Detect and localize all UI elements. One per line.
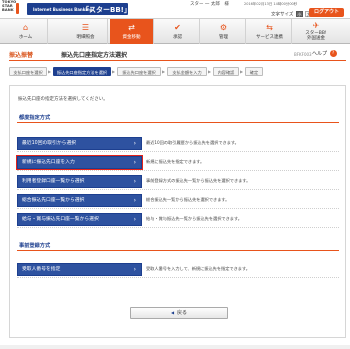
button-label: 最近10回の取引から選択 (22, 141, 77, 146)
help-label: ヘルプ (312, 51, 328, 57)
bank-logo[interactable]: TOKYO STAR BANK (2, 0, 24, 16)
logout-button[interactable]: ログアウト (309, 8, 344, 17)
button-label: 新規に振込先口座を入力 (22, 160, 75, 165)
last-login: 2016年02月13日 14時00分00秒 (244, 1, 298, 6)
section-pre-registered: 事前登録方式 (17, 241, 339, 251)
button-label: 利用者登録口座一覧から選択 (22, 179, 85, 184)
content-panel: 振込先口座の指定方法を選択してください。 都度指定方式 最近10回の取引から選択… (9, 85, 346, 338)
intro-text: 振込先口座の指定方法を選択してください。 (18, 97, 108, 102)
nav-item-management[interactable]: ⚙ 管理 (202, 19, 246, 44)
screen-id: BFKF003 (294, 51, 312, 57)
chevron-right-icon: › (133, 197, 136, 204)
global-nav: ⌂ ホーム ☰ 明細照会 ⇄ 資金移動 ✔ 承認 ⚙ 管理 ⇆ サービス連携 ✈… (0, 18, 350, 44)
button-label: 給与・賞与振込先口座一覧から選択 (22, 217, 99, 222)
option-row: 利用者登録口座一覧から選択 › 事前登録方式の振込先一覧から振込先を選択できます… (17, 174, 339, 190)
step-arrow-icon: ▶ (162, 69, 166, 74)
fund-transfer-icon: ⇄ (128, 23, 135, 32)
nav-label: 資金移動 (122, 35, 141, 40)
help-link[interactable]: ヘルプ ? (312, 50, 337, 57)
nav-item-foreign-remittance[interactable]: ✈ スターBB! 外国送金 (294, 19, 338, 44)
back-label: 戻る (177, 310, 188, 316)
button-label: 総合振込先口座一覧から選択 (22, 198, 85, 203)
nav-label: 明細照会 (76, 35, 95, 40)
chevron-left-icon: ◀ (170, 310, 175, 315)
home-icon: ⌂ (22, 23, 29, 32)
option-description: 給与・賞与振込先一覧から振込先を選択できます。 (146, 216, 242, 221)
page-title: 振込先口座指定方法選択 (61, 52, 128, 59)
header: TOKYO STAR BANK Internet Business Bankin… (0, 0, 350, 18)
font-size-label: 文字サイズ (271, 12, 294, 18)
nav-item-service-link[interactable]: ⇆ サービス連携 (248, 19, 292, 44)
nav-label: ホーム (18, 35, 33, 40)
option-row: 新規に振込先口座を入力 › 新規に振込先を指定できます。 (15, 154, 339, 171)
option-description: 新規に振込先を指定できます。 (146, 159, 205, 164)
option-description: 最近10回の取引履歴から振込先を選択できます。 (146, 140, 239, 145)
page-category: 振込振替 (9, 52, 34, 59)
chevron-right-icon: › (133, 140, 136, 147)
payroll-transfer-list-button[interactable]: 給与・賞与振込先口座一覧から選択 › (17, 213, 142, 226)
recipient-number-button[interactable]: 受取人番号を指定 › (17, 263, 142, 276)
section-heading: 事前登録方式 (19, 243, 51, 249)
recent-transactions-button[interactable]: 最近10回の取引から選択 › (17, 137, 142, 150)
approval-icon: ✔ (174, 23, 181, 32)
option-row: 最近10回の取引から選択 › 最近10回の取引履歴から振込先を選択できます。 (17, 136, 339, 152)
management-icon: ⚙ (219, 23, 228, 32)
help-icon: ? (329, 50, 337, 57)
option-row: 総合振込先口座一覧から選択 › 総合振込先一覧から振込先を選択できます。 (17, 193, 339, 209)
option-description: 総合振込先一覧から振込先を選択できます。 (146, 197, 230, 202)
step-4: 支払金額を入力 (167, 67, 207, 76)
nav-label: スターBB! 外国送金 (305, 31, 327, 41)
step-5: 内容確認 (213, 67, 239, 76)
footer (0, 345, 350, 349)
step-arrow-icon: ▶ (208, 69, 212, 74)
back-button[interactable]: ◀ 戻る (130, 307, 228, 319)
chevron-right-icon: › (133, 178, 136, 185)
nav-item-statement[interactable]: ☰ 明細照会 (64, 19, 108, 44)
option-description: 受取人番号を入力して、新規に振込先を指定できます。 (146, 266, 250, 271)
app-name: 「スターBB!」 (82, 5, 131, 14)
chevron-right-icon: › (133, 216, 136, 223)
option-description: 事前登録方式の振込先一覧から振込先を選択できます。 (146, 178, 251, 183)
step-1: 支払口座を選択 (9, 67, 47, 76)
logo-mark (16, 3, 19, 14)
chevron-right-icon: › (133, 159, 136, 166)
font-size-switcher: 文字サイズ 小 大 (271, 11, 313, 18)
registered-accounts-button[interactable]: 利用者登録口座一覧から選択 › (17, 175, 142, 188)
section-ad-hoc: 都度指定方式 (17, 113, 339, 123)
nav-label: 承認 (173, 35, 182, 40)
step-6: 確定 (245, 67, 263, 76)
step-arrow-icon: ▶ (240, 69, 244, 74)
option-row: 受取人番号を指定 › 受取人番号を入力して、新規に振込先を指定できます。 (17, 262, 339, 278)
step-arrow-icon: ▶ (112, 69, 116, 74)
section-heading: 都度指定方式 (19, 115, 51, 121)
option-row: 給与・賞与振込先口座一覧から選択 › 給与・賞与振込先一覧から振込先を選択できま… (17, 212, 339, 228)
page-title-bar: 振込振替 振込先口座指定方法選択 BFKF003 ヘルプ ? (9, 48, 346, 61)
nav-label: 管理 (219, 35, 228, 40)
nav-item-approval[interactable]: ✔ 承認 (156, 19, 200, 44)
step-2-current: 振込先口座指定方法を選択 (53, 67, 111, 76)
button-label: 受取人番号を指定 (22, 267, 61, 272)
step-3: 振込先口座を選択 (117, 67, 161, 76)
progress-steps: 支払口座を選択 ▶ 振込先口座指定方法を選択 ▶ 振込先口座を選択 ▶ 支払金額… (9, 67, 263, 76)
statement-icon: ☰ (81, 23, 90, 32)
nav-item-home[interactable]: ⌂ ホーム (4, 19, 48, 44)
foreign-remittance-icon: ✈ (312, 21, 320, 30)
chevron-right-icon: › (133, 266, 136, 273)
service-banner: Internet Business Banking 「スターBB!」 (27, 3, 131, 15)
nav-label: サービス連携 (256, 35, 283, 40)
service-link-icon: ⇆ (266, 23, 273, 32)
user-name: スター 一 太郎 様 (190, 2, 229, 7)
new-payee-button[interactable]: 新規に振込先口座を入力 › (15, 154, 144, 171)
nav-item-fund-transfer[interactable]: ⇄ 資金移動 (110, 19, 154, 44)
font-size-small-button[interactable]: 小 (295, 11, 303, 17)
general-transfer-list-button[interactable]: 総合振込先口座一覧から選択 › (17, 194, 142, 207)
logo-line-3: BANK (2, 7, 14, 12)
step-arrow-icon: ▶ (48, 69, 52, 74)
